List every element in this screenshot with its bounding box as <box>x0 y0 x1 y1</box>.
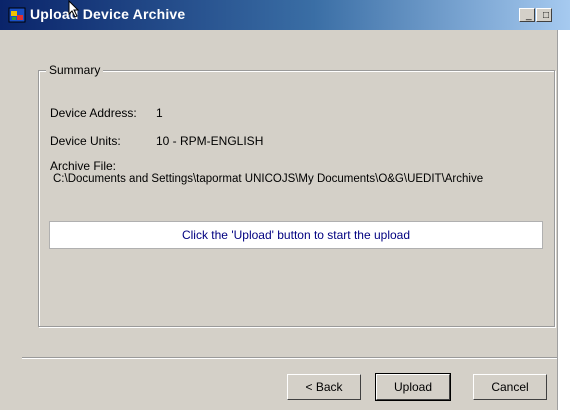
mouse-pointer-icon <box>68 0 80 18</box>
minimize-button[interactable]: _ <box>519 8 535 22</box>
upload-device-archive-window: Upload Device Archive _ □ Summary Device… <box>0 0 570 410</box>
cancel-button[interactable]: Cancel <box>473 374 547 400</box>
upload-instruction-notice: Click the 'Upload' button to start the u… <box>49 221 543 249</box>
footer-separator <box>22 357 557 359</box>
device-address-label: Device Address: <box>50 106 137 120</box>
back-button[interactable]: < Back <box>287 374 361 400</box>
maximize-button[interactable]: □ <box>536 8 552 22</box>
right-edge-panel <box>557 30 570 410</box>
summary-group-label: Summary <box>46 63 104 77</box>
archive-file-path: C:\Documents and Settings\tapormat UNICO… <box>53 173 484 185</box>
device-units-value: 10 - RPM-ENGLISH <box>156 134 264 148</box>
device-units-label: Device Units: <box>50 134 121 148</box>
upload-button[interactable]: Upload <box>375 373 451 401</box>
device-address-value: 1 <box>156 106 163 120</box>
window-title: Upload Device Archive <box>30 6 186 22</box>
app-window-icon <box>8 7 26 23</box>
title-bar[interactable]: Upload Device Archive _ □ <box>0 0 570 30</box>
archive-file-label: Archive File: <box>50 159 117 173</box>
